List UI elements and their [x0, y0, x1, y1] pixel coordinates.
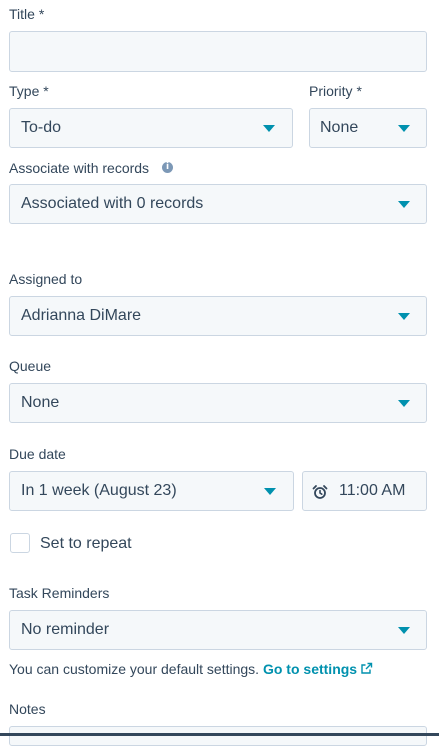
- assigned-to-select-value: Adrianna DiMare: [21, 307, 142, 324]
- repeat-checkbox[interactable]: [10, 533, 30, 553]
- priority-label: Priority *: [309, 83, 362, 99]
- reminders-select-value: No reminder: [21, 621, 110, 638]
- due-date-select-value: In 1 week (August 23): [21, 482, 177, 499]
- chevron-down-icon: [264, 488, 276, 495]
- associate-select[interactable]: Associated with 0 records: [9, 184, 427, 224]
- due-date-select[interactable]: In 1 week (August 23): [9, 471, 294, 511]
- go-to-settings-link[interactable]: Go to settings: [263, 661, 357, 677]
- due-time-select-value: 11:00 AM: [339, 482, 406, 499]
- queue-select[interactable]: None: [9, 383, 427, 423]
- chevron-down-icon: [263, 125, 275, 132]
- type-label: Type *: [9, 83, 49, 99]
- title-input[interactable]: [9, 31, 427, 72]
- info-icon[interactable]: i: [162, 162, 173, 173]
- repeat-label[interactable]: Set to repeat: [40, 535, 132, 553]
- assigned-to-select[interactable]: Adrianna DiMare: [9, 296, 427, 336]
- associate-select-value: Associated with 0 records: [21, 195, 204, 212]
- notes-label: Notes: [9, 701, 46, 717]
- notes-editor[interactable]: [9, 726, 427, 746]
- due-date-label: Due date: [9, 446, 66, 462]
- type-select-value: To-do: [21, 119, 62, 136]
- assigned-to-label: Assigned to: [9, 271, 83, 287]
- alarm-clock-icon: [312, 485, 328, 499]
- priority-select[interactable]: None: [309, 108, 427, 148]
- queue-select-value: None: [21, 394, 60, 411]
- settings-hint: You can customize your default settings.…: [9, 661, 357, 677]
- external-link-icon[interactable]: [360, 662, 373, 675]
- chevron-down-icon: [398, 400, 410, 407]
- priority-select-value: None: [320, 119, 359, 136]
- settings-hint-text: You can customize your default settings.: [9, 661, 260, 677]
- chevron-down-icon: [398, 201, 410, 208]
- chevron-down-icon: [398, 313, 410, 320]
- type-select[interactable]: To-do: [9, 108, 293, 148]
- associate-label: Associate with records: [9, 160, 150, 176]
- due-time-select[interactable]: 11:00 AM: [302, 471, 427, 511]
- reminders-select[interactable]: No reminder: [9, 610, 427, 650]
- queue-label: Queue: [9, 358, 52, 374]
- chevron-down-icon: [398, 627, 410, 634]
- chevron-down-icon: [398, 125, 410, 132]
- title-label: Title *: [9, 6, 45, 22]
- reminders-label: Task Reminders: [9, 585, 110, 601]
